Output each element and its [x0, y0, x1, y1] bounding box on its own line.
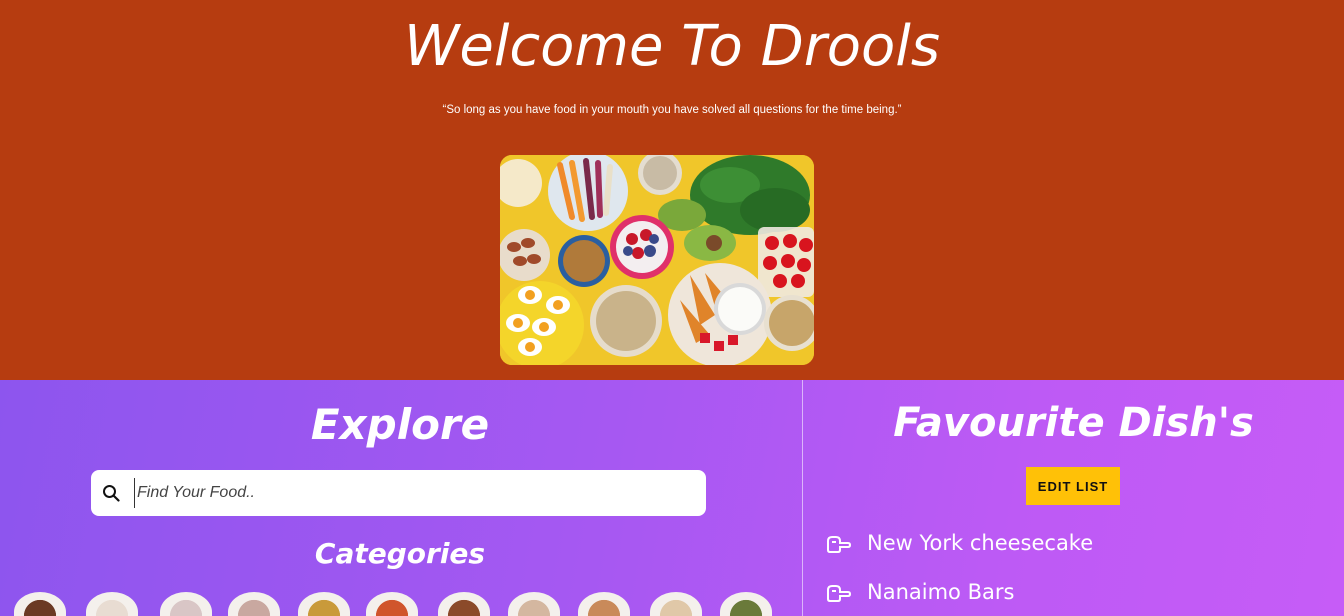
- list-item[interactable]: New York cheesecake: [826, 518, 1093, 567]
- favourite-dish-label: Nanaimo Bars: [867, 579, 1015, 604]
- favourites-list: New York cheesecake Nanaimo Bars: [826, 518, 1093, 616]
- explore-title: Explore: [310, 400, 490, 449]
- category-item[interactable]: [160, 592, 212, 616]
- categories-title: Categories: [314, 537, 486, 570]
- search-icon: [103, 485, 120, 502]
- category-item[interactable]: [86, 592, 138, 616]
- category-item[interactable]: [14, 592, 66, 616]
- favourites-title: Favourite Dish's: [893, 400, 1254, 446]
- snack-platter-icon: [578, 592, 630, 616]
- food-spread-image: [500, 155, 814, 365]
- steak-icon: [14, 592, 66, 616]
- category-item[interactable]: [366, 592, 418, 616]
- pointing-hand-icon: [827, 584, 852, 602]
- bowl-icon: [650, 592, 702, 616]
- category-item[interactable]: [298, 592, 350, 616]
- cake-slice-icon: [228, 592, 280, 616]
- hero-section: Welcome To Drools “So long as you have f…: [0, 0, 1344, 380]
- category-item[interactable]: [438, 592, 490, 616]
- lower-section: Explore Categories Favourite Dish's EDIT…: [0, 380, 1344, 616]
- search-bar[interactable]: [91, 470, 706, 516]
- pizza-icon: [366, 592, 418, 616]
- list-item[interactable]: Nanaimo Bars: [826, 567, 1093, 616]
- categories-row: [0, 592, 800, 616]
- search-input[interactable]: [134, 478, 694, 508]
- dessert-cup-icon: [160, 592, 212, 616]
- burger-icon: [438, 592, 490, 616]
- pointing-hand-icon: [827, 535, 852, 553]
- category-item[interactable]: [650, 592, 702, 616]
- category-item[interactable]: [508, 592, 560, 616]
- sushi-platter-icon: [508, 592, 560, 616]
- taco-icon: [298, 592, 350, 616]
- category-item[interactable]: [228, 592, 280, 616]
- page-title: Welcome To Drools: [404, 14, 940, 79]
- salad-icon: [720, 592, 772, 616]
- favourite-dish-label: New York cheesecake: [867, 530, 1094, 555]
- category-item[interactable]: [720, 592, 772, 616]
- hero-quote: “So long as you have food in your mouth …: [442, 104, 902, 116]
- edit-list-button[interactable]: EDIT LIST: [1026, 467, 1120, 505]
- category-item[interactable]: [578, 592, 630, 616]
- dumpling-icon: [86, 592, 138, 616]
